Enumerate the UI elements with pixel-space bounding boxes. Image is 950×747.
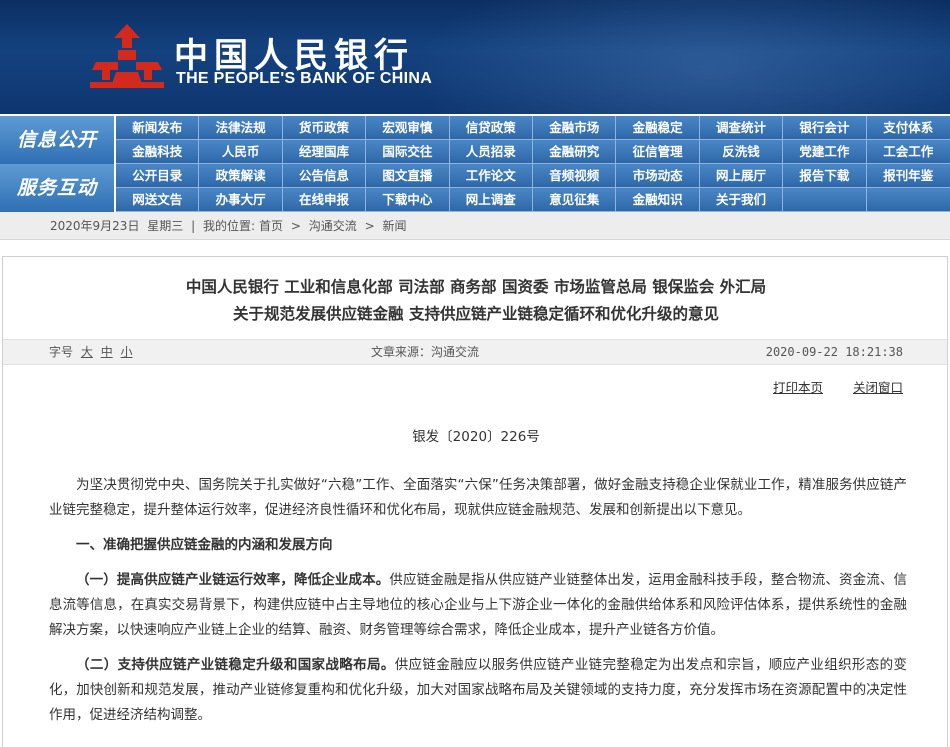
nav-item[interactable]: 办事大厅	[199, 188, 283, 212]
nav-item[interactable]: 公告信息	[282, 164, 367, 188]
article-meta-bar: 字号 大 中 小 文章来源：沟通交流 2020-09-22 18:21:38	[3, 339, 947, 365]
font-size-medium-link[interactable]: 中	[101, 345, 113, 359]
breadcrumb-bar: 2020年9月23日 星期三 | 我的位置: 首页 > 沟通交流 > 新闻	[0, 212, 950, 240]
article-title-line1: 中国人民银行 工业和信息化部 司法部 商务部 国资委 市场监管总局 银保监会 外…	[185, 278, 767, 296]
nav-item[interactable]: 报刊年鉴	[866, 164, 950, 188]
nav-band-info: 信息公开 新闻发布 法律法规 货币政策 宏观审慎 信贷政策 金融市场 金融稳定 …	[0, 116, 950, 164]
breadcrumb-arrow: >	[364, 219, 375, 233]
nav-item[interactable]: 网上调查	[449, 188, 533, 212]
nav-item[interactable]: 网送文告	[116, 188, 200, 212]
nav-item[interactable]: 金融稳定	[616, 116, 700, 140]
nav-label-service: 服务互动	[0, 164, 114, 212]
paragraph-item2: （二）支持供应链产业链稳定升级和国家战略布局。供应链金融应以服务供应链产业链完整…	[49, 653, 907, 728]
nav-item[interactable]: 信贷政策	[449, 116, 533, 140]
section-heading: 一、准确把握供应链金融的内涵和发展方向	[76, 537, 333, 553]
nav-item-empty	[866, 188, 950, 212]
nav-item[interactable]: 意见征集	[533, 188, 617, 212]
nav-item[interactable]: 在线申报	[282, 188, 367, 212]
nav-item[interactable]: 工会工作	[866, 140, 950, 164]
nav-item[interactable]: 工作论文	[449, 164, 533, 188]
nav-item[interactable]: 市场动态	[616, 164, 700, 188]
nav-item[interactable]: 宏观审慎	[366, 116, 450, 140]
location-label: 我的位置:	[203, 219, 256, 233]
nav-item[interactable]: 金融科技	[116, 140, 200, 164]
breadcrumb-arrow: >	[290, 219, 301, 233]
nav-item[interactable]: 法律法规	[199, 116, 283, 140]
header-glow	[410, 0, 950, 114]
item2-lead: （二）支持供应链产业链稳定升级和国家战略布局。	[76, 657, 395, 673]
article-datetime: 2020-09-22 18:21:38	[765, 345, 903, 359]
nav-item[interactable]: 国际交往	[366, 140, 450, 164]
nav-item[interactable]: 音频视频	[533, 164, 617, 188]
bank-logo-icon[interactable]	[88, 22, 166, 92]
nav-item[interactable]: 人民币	[199, 140, 283, 164]
nav-item[interactable]: 公开目录	[116, 164, 200, 188]
item1-lead: （一）提高供应链产业链运行效率，降低企业成本。	[76, 572, 390, 588]
nav-grid-info: 新闻发布 法律法规 货币政策 宏观审慎 信贷政策 金融市场 金融稳定 调查统计 …	[116, 116, 950, 164]
article-source: 文章来源：沟通交流	[371, 345, 480, 359]
breadcrumb-separator: |	[191, 219, 196, 233]
nav-item[interactable]: 报告下载	[783, 164, 867, 188]
current-weekday: 星期三	[147, 219, 184, 233]
breadcrumb-level2-link[interactable]: 新闻	[383, 219, 407, 233]
nav-item[interactable]: 关于我们	[699, 188, 784, 212]
article-body: 为坚决贯彻党中央、国务院关于扎实做好“六稳”工作、全面落实“六保”任务决策部署，…	[49, 473, 907, 738]
paragraph-item1: （一）提高供应链产业链运行效率，降低企业成本。供应链金融是指从供应链产业链整体出…	[49, 568, 907, 643]
nav-item[interactable]: 支付体系	[866, 116, 950, 140]
nav-item[interactable]: 下载中心	[366, 188, 450, 212]
nav-item[interactable]: 货币政策	[282, 116, 367, 140]
font-size-small-link[interactable]: 小	[121, 345, 133, 359]
nav-item[interactable]: 金融市场	[533, 116, 617, 140]
nav-item[interactable]: 党建工作	[783, 140, 867, 164]
nav-band-service: 服务互动 公开目录 政策解读 公告信息 图文直播 工作论文 音频视频 市场动态 …	[0, 164, 950, 212]
font-size-large-link[interactable]: 大	[81, 345, 93, 359]
breadcrumb-home-link[interactable]: 首页	[259, 219, 283, 233]
intro-paragraph: 为坚决贯彻党中央、国务院关于扎实做好“六稳”工作、全面落实“六保”任务决策部署，…	[49, 477, 907, 518]
article-title-line2: 关于规范发展供应链金融 支持供应链产业链稳定循环和优化升级的意见	[233, 305, 719, 323]
print-page-link[interactable]: 打印本页	[773, 380, 823, 395]
breadcrumb: 2020年9月23日 星期三 | 我的位置: 首页 > 沟通交流 > 新闻	[50, 212, 411, 240]
document-number: 银发〔2020〕226号	[412, 429, 540, 445]
nav-item[interactable]: 金融研究	[533, 140, 617, 164]
article-actions: 打印本页 关闭窗口	[747, 377, 903, 396]
nav-label-info: 信息公开	[0, 116, 114, 164]
nav-item[interactable]: 新闻发布	[116, 116, 200, 140]
nav-item[interactable]: 人员招录	[449, 140, 533, 164]
breadcrumb-level1-link[interactable]: 沟通交流	[309, 219, 357, 233]
nav-grid-service: 公开目录 政策解读 公告信息 图文直播 工作论文 音频视频 市场动态 网上展厅 …	[116, 164, 950, 212]
nav-item[interactable]: 调查统计	[699, 116, 784, 140]
font-size-label: 字号	[49, 345, 74, 359]
font-size-control: 字号 大 中 小	[49, 340, 133, 364]
bank-name-en: THE PEOPLE'S BANK OF CHINA	[176, 70, 433, 87]
nav-item[interactable]: 征信管理	[616, 140, 700, 164]
article-container: 中国人民银行 工业和信息化部 司法部 商务部 国资委 市场监管总局 银保监会 外…	[2, 256, 948, 747]
current-date: 2020年9月23日	[50, 219, 140, 233]
nav-item[interactable]: 经理国库	[282, 140, 367, 164]
nav-item[interactable]: 政策解读	[199, 164, 283, 188]
nav-item-empty	[783, 188, 867, 212]
site-header: 中国人民银行 THE PEOPLE'S BANK OF CHINA	[0, 0, 950, 114]
nav-item[interactable]: 银行会计	[783, 116, 867, 140]
main-nav: 信息公开 新闻发布 法律法规 货币政策 宏观审慎 信贷政策 金融市场 金融稳定 …	[0, 114, 950, 212]
nav-item[interactable]: 网上展厅	[699, 164, 784, 188]
nav-item[interactable]: 图文直播	[366, 164, 450, 188]
nav-item[interactable]: 金融知识	[616, 188, 700, 212]
nav-item[interactable]: 反洗钱	[699, 140, 784, 164]
close-window-link[interactable]: 关闭窗口	[853, 380, 903, 395]
